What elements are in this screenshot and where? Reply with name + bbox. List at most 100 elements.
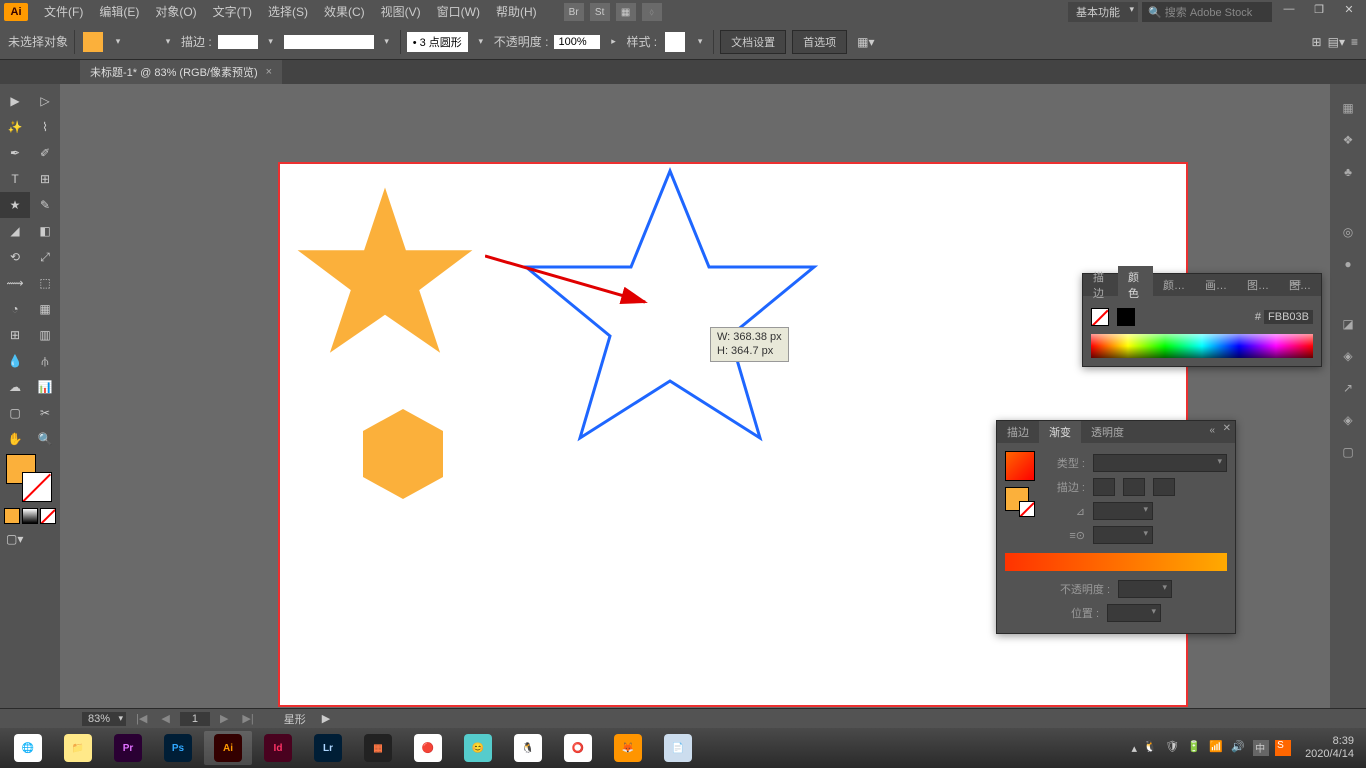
screen-mode-button[interactable]: ▢▾ <box>0 526 60 552</box>
stroke-width-input[interactable] <box>218 35 258 49</box>
direct-selection-tool[interactable]: ▷ <box>30 88 60 114</box>
perspective-tool[interactable]: ▦ <box>30 296 60 322</box>
scale-tool[interactable]: ⤢ <box>30 244 60 270</box>
selection-tool[interactable]: ▶ <box>0 88 30 114</box>
gradient-panel-tab-2[interactable]: 透明度 <box>1081 421 1134 443</box>
menu-edit[interactable]: 编辑(E) <box>91 0 147 24</box>
taskbar-app-qq[interactable]: 🐧 <box>504 731 552 765</box>
color-panel-tab-1[interactable]: 颜色 <box>1118 266 1153 304</box>
cc-panel-icon[interactable]: ◎ <box>1336 220 1360 244</box>
stroke-grad-2[interactable] <box>1123 478 1145 496</box>
eyedropper-tool[interactable]: 💧 <box>0 348 30 374</box>
orange-star-shape[interactable] <box>290 178 480 368</box>
taskbar-app-explorer[interactable]: 📁 <box>54 731 102 765</box>
symbols-panel-icon[interactable]: ↗ <box>1336 376 1360 400</box>
workspace-switcher[interactable]: 基本功能 <box>1068 2 1138 22</box>
gradient-panel-tab-0[interactable]: 描边 <box>997 421 1039 443</box>
taskbar-app-misc2[interactable]: 🔴 <box>404 731 452 765</box>
color-panel[interactable]: 描边 颜色 颜… 画… 图… 图… »≡ # FBB03B <box>1082 273 1322 367</box>
status-expand[interactable]: ▶ <box>322 712 330 725</box>
prev-artboard[interactable]: ◀ <box>157 712 173 725</box>
tray-shield-icon[interactable]: 🛡 <box>1165 740 1181 756</box>
menu-type[interactable]: 文字(T) <box>205 0 260 24</box>
gradient-position-input[interactable] <box>1107 604 1161 622</box>
gradient-ratio-input[interactable] <box>1093 526 1153 544</box>
stroke-grad-3[interactable] <box>1153 478 1175 496</box>
gradient-mode-btn[interactable] <box>22 508 38 524</box>
width-tool[interactable]: ⟿ <box>0 270 30 296</box>
taskbar-app-misc3[interactable]: 😊 <box>454 731 502 765</box>
graphic-styles-icon[interactable]: ◪ <box>1336 312 1360 336</box>
style-dd[interactable]: ▾ <box>693 36 707 47</box>
taskbar-app-illustrator[interactable]: Ai <box>204 731 252 765</box>
color-panel-tab-4[interactable]: 图… <box>1237 274 1279 296</box>
preferences-button[interactable]: 首选项 <box>792 30 847 54</box>
none-mode-btn[interactable] <box>40 508 56 524</box>
artboards-panel-icon[interactable]: ▢ <box>1336 440 1360 464</box>
document-tab[interactable]: 未标题-1* @ 83% (RGB/像素预览) × <box>80 60 282 84</box>
swatches-panel-icon[interactable]: ◈ <box>1336 344 1360 368</box>
close-button[interactable]: ✕ <box>1336 3 1362 21</box>
color-panel-tab-2[interactable]: 颜… <box>1153 274 1195 296</box>
taskbar-app-firefox[interactable]: 🦊 <box>604 731 652 765</box>
gradient-type-select[interactable] <box>1093 454 1227 472</box>
tray-expand-icon[interactable]: ▴ <box>1132 742 1138 755</box>
fill-stroke-indicator[interactable] <box>0 452 60 506</box>
transform-icon[interactable]: ⊞ <box>1312 35 1322 49</box>
color-black[interactable] <box>1117 308 1135 326</box>
shaper-tool[interactable]: ◢ <box>0 218 30 244</box>
menu-select[interactable]: 选择(S) <box>260 0 316 24</box>
gradient-panel-close[interactable]: ✕ <box>1223 423 1231 434</box>
shape-builder-tool[interactable]: ◔ <box>0 296 30 322</box>
brush-tool[interactable]: ✎ <box>30 192 60 218</box>
menu-help[interactable]: 帮助(H) <box>488 0 545 24</box>
stroke-width-dd[interactable]: ▾ <box>264 36 278 47</box>
lasso-tool[interactable]: ⌇ <box>30 114 60 140</box>
stock-icon[interactable]: St <box>590 3 610 21</box>
brush-dd[interactable]: ▾ <box>474 36 488 47</box>
minimize-button[interactable]: — <box>1276 3 1302 21</box>
align-icon[interactable]: ▦▾ <box>857 35 874 49</box>
zoom-tool[interactable]: 🔍 <box>30 426 60 452</box>
grad-stroke-swatch[interactable] <box>1019 501 1035 517</box>
gradient-opacity-input[interactable] <box>1118 580 1172 598</box>
arrange-icon[interactable]: ▦ <box>616 3 636 21</box>
tray-qq-icon[interactable]: 🐧 <box>1143 740 1159 756</box>
fill-swatch[interactable] <box>81 30 105 54</box>
color-panel-tab-0[interactable]: 描边 <box>1083 266 1118 304</box>
gpu-icon[interactable]: ⬨ <box>642 3 662 21</box>
color-panel-expand[interactable]: »≡ <box>1290 278 1301 289</box>
pen-tool[interactable]: ✒ <box>0 140 30 166</box>
line-tool[interactable]: ⊞ <box>30 166 60 192</box>
taskbar-app-misc1[interactable]: ▦ <box>354 731 402 765</box>
style-swatch[interactable] <box>663 30 687 54</box>
tray-battery-icon[interactable]: 🔋 <box>1187 740 1203 756</box>
rotate-tool[interactable]: ⟲ <box>0 244 30 270</box>
type-tool[interactable]: T <box>0 166 30 192</box>
zoom-level[interactable]: 83% <box>82 712 126 726</box>
curvature-tool[interactable]: ✐ <box>30 140 60 166</box>
next-artboard[interactable]: ▶ <box>216 712 232 725</box>
align-panel-icon[interactable]: ▤▾ <box>1328 35 1345 49</box>
opacity-dd[interactable]: ▸ <box>606 36 620 47</box>
gradient-preview[interactable] <box>1005 451 1035 481</box>
tray-sogou-icon[interactable]: S <box>1275 740 1291 756</box>
taskbar-app-premiere[interactable]: Pr <box>104 731 152 765</box>
tab-close-icon[interactable]: × <box>266 66 272 78</box>
taskbar-app-notes[interactable]: 📄 <box>654 731 702 765</box>
bridge-icon[interactable]: Br <box>564 3 584 21</box>
gradient-tool[interactable]: ▥ <box>30 322 60 348</box>
profile-input[interactable] <box>284 35 374 49</box>
free-transform-tool[interactable]: ⬚ <box>30 270 60 296</box>
mesh-tool[interactable]: ⊞ <box>0 322 30 348</box>
stroke-dropdown[interactable]: ▾ <box>161 36 175 47</box>
appearance-panel-icon[interactable]: ● <box>1336 252 1360 276</box>
taskbar-app-lightroom[interactable]: Lr <box>304 731 352 765</box>
menu-object[interactable]: 对象(O) <box>147 0 204 24</box>
search-stock-input[interactable]: 🔍 搜索 Adobe Stock <box>1142 2 1272 22</box>
menu-file[interactable]: 文件(F) <box>36 0 91 24</box>
stroke-swatch[interactable] <box>131 30 155 54</box>
hand-tool[interactable]: ✋ <box>0 426 30 452</box>
gradient-angle-input[interactable] <box>1093 502 1153 520</box>
document-setup-button[interactable]: 文档设置 <box>720 30 786 54</box>
